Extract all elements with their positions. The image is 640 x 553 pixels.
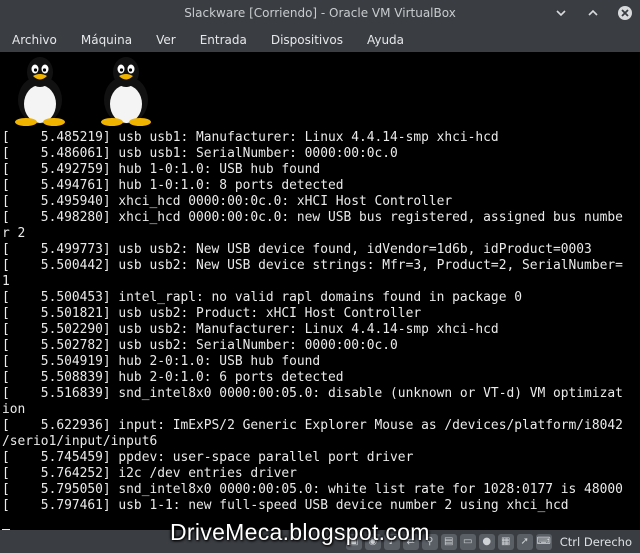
console-line: [ 5.495940] xhci_hcd 0000:00:0c.0: xHCI … [2, 194, 453, 209]
window-controls [552, 4, 634, 22]
vm-screen[interactable]: [ 5.485219] usb usb1: Manufacturer: Linu… [0, 52, 640, 530]
keyboard-icon[interactable]: ⌨ [535, 533, 552, 550]
console-line: /serio1/input/input6 [2, 434, 158, 449]
menu-ayuda[interactable]: Ayuda [355, 33, 416, 47]
console-line: [ 5.492759] hub 1-0:1.0: USB hub found [2, 162, 321, 177]
menu-ver[interactable]: Ver [144, 33, 188, 47]
console-line: [ 5.795050] snd_intel8x0 0000:00:05.0: w… [2, 482, 623, 497]
minimize-icon[interactable] [552, 4, 570, 22]
video-capture-icon[interactable]: ● [478, 533, 495, 550]
menu-bar: Archivo Máquina Ver Entrada Dispositivos… [0, 28, 640, 52]
console-line: [ 5.622936] input: ImExPS/2 Generic Expl… [2, 418, 623, 433]
title-bar: Slackware [Corriendo] - Oracle VM Virtua… [0, 0, 640, 28]
console-line: ion [2, 402, 26, 417]
console-line: [ 5.500442] usb usb2: New USB device str… [2, 258, 623, 273]
menu-maquina[interactable]: Máquina [69, 33, 144, 47]
tux-penguin-icon [101, 57, 151, 126]
console-line: [ 5.485219] usb usb1: Manufacturer: Linu… [2, 130, 499, 145]
console-line: [ 5.500453] intel_rapl: no valid rapl do… [2, 290, 522, 305]
console-line: [ 5.486061] usb usb1: SerialNumber: 0000… [2, 146, 398, 161]
console-line: [ 5.504919] hub 2-0:1.0: USB hub found [2, 354, 321, 369]
shared-folders-icon[interactable]: ▤ [440, 533, 457, 550]
console-line: r 2 [2, 226, 26, 241]
console-line: 1 [2, 274, 10, 289]
console-line: [ 5.501821] usb usb2: Product: xHCI Host… [2, 306, 422, 321]
console-line: [ 5.797461] usb 1-1: new full-speed USB … [2, 498, 569, 513]
menu-entrada[interactable]: Entrada [188, 33, 259, 47]
console-line: [ 5.502782] usb usb2: SerialNumber: 0000… [2, 338, 398, 353]
console-line: [ 5.499773] usb usb2: New USB device fou… [2, 242, 592, 257]
display-icon[interactable]: ▭ [459, 533, 476, 550]
menu-archivo[interactable]: Archivo [0, 33, 69, 47]
console-line: [ 5.764252] i2c /dev entries driver [2, 466, 297, 481]
console-line: [ 5.494761] hub 1-0:1.0: 8 ports detecte… [2, 178, 344, 193]
window-title: Slackware [Corriendo] - Oracle VM Virtua… [184, 6, 456, 20]
console-line: [ 5.745459] ppdev: user-space parallel p… [2, 450, 414, 465]
console-line: [ 5.508839] hub 2-0:1.0: 6 ports detecte… [2, 370, 344, 385]
console-line: [ 5.502290] usb usb2: Manufacturer: Linu… [2, 322, 499, 337]
host-key-label: Ctrl Derecho [559, 534, 632, 549]
cpu-icon[interactable]: ▦ [497, 533, 514, 550]
watermark-text: DriveMeca.blogspot.com [170, 519, 430, 545]
console-output: [ 5.485219] usb usb1: Manufacturer: Linu… [2, 130, 638, 514]
mouse-integration-icon[interactable]: ➚ [516, 533, 533, 550]
maximize-icon[interactable] [584, 4, 602, 22]
menu-dispositivos[interactable]: Dispositivos [259, 33, 355, 47]
tux-penguin-icon [15, 57, 65, 126]
close-icon[interactable] [616, 4, 634, 22]
boot-logos [10, 54, 156, 126]
console-line: [ 5.498280] xhci_hcd 0000:00:0c.0: new U… [2, 210, 623, 225]
console-line: [ 5.516839] snd_intel8x0 0000:00:05.0: d… [2, 386, 623, 401]
